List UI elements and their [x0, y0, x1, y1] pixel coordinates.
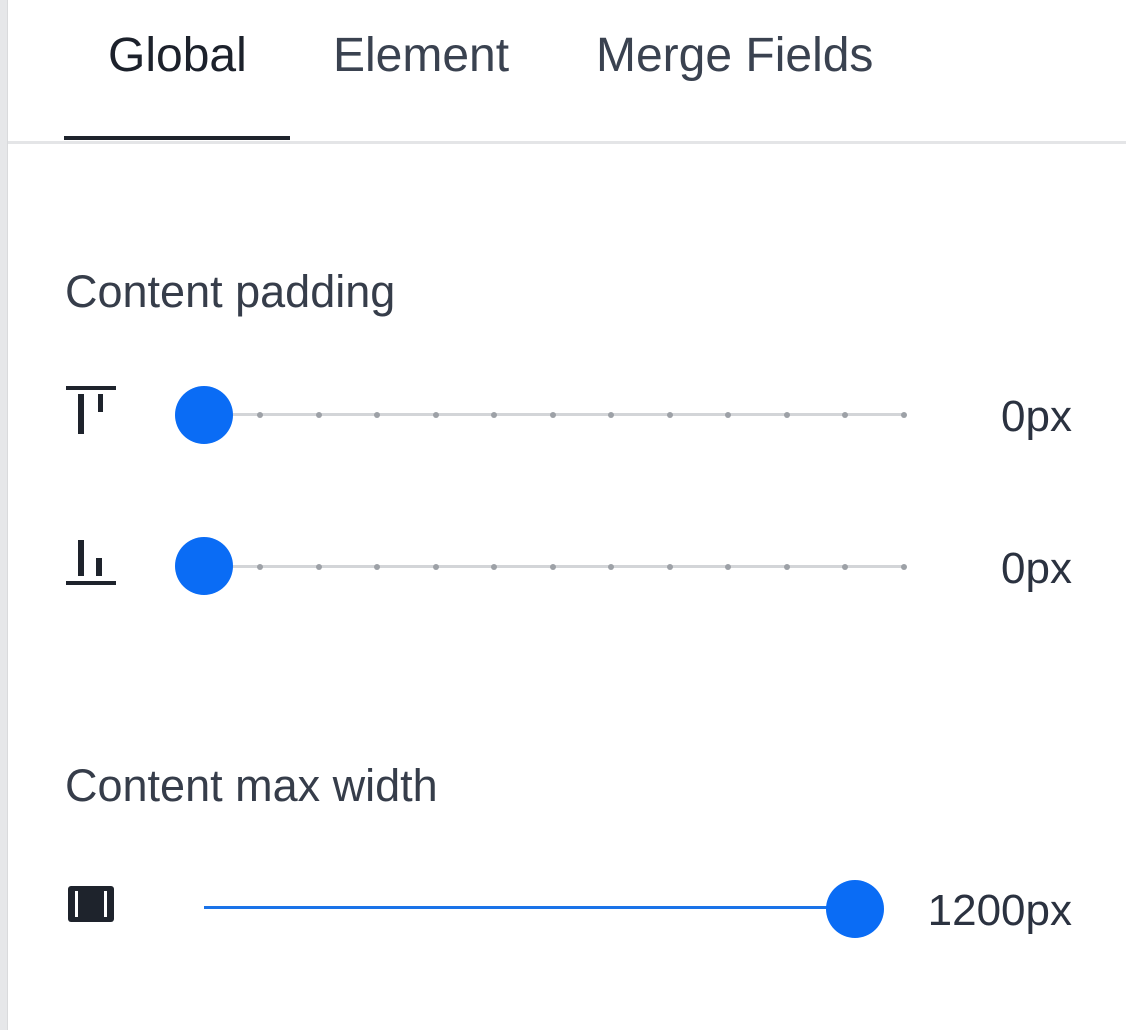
active-tab-indicator: [64, 136, 290, 140]
slider-tick: [374, 411, 380, 418]
content-padding-title: Content padding: [65, 266, 396, 317]
slider-tick: [608, 563, 614, 570]
max-width-thumb[interactable]: [826, 880, 884, 938]
slider-tick: [900, 563, 907, 570]
content-max-width-title: Content max width: [65, 760, 438, 811]
slider-tick: [374, 563, 380, 570]
slider-tick: [315, 411, 322, 418]
tab-global[interactable]: Global: [108, 28, 247, 88]
slider-tick: [491, 411, 497, 418]
slider-tick: [549, 563, 556, 570]
padding-top-thumb[interactable]: [175, 386, 233, 444]
slider-tick: [432, 411, 439, 418]
slider-tick: [842, 411, 848, 418]
slider-tick: [432, 563, 439, 570]
panel-left-border: [0, 0, 8, 1030]
slider-tick: [257, 411, 263, 418]
slider-tick: [725, 563, 731, 570]
slider-tick: [842, 563, 848, 570]
slider-tick: [315, 563, 322, 570]
slider-tick: [666, 563, 673, 570]
padding-bottom-thumb[interactable]: [175, 537, 233, 595]
slider-tick: [666, 411, 673, 418]
max-width-track[interactable]: [204, 906, 854, 909]
padding-bottom-track[interactable]: [204, 563, 907, 570]
slider-tick: [608, 411, 614, 418]
slider-tick: [725, 411, 731, 418]
slider-tick: [783, 563, 790, 570]
tab-merge-fields[interactable]: Merge Fields: [596, 28, 873, 88]
padding-top-value: 0px: [1001, 392, 1072, 441]
padding-top-icon: [66, 386, 116, 434]
padding-bottom-icon: [66, 540, 116, 585]
padding-bottom-value: 0px: [1001, 544, 1072, 593]
padding-top-track[interactable]: [204, 411, 907, 418]
width-icon: [68, 886, 114, 922]
slider-tick: [900, 411, 907, 418]
slider-tick: [549, 411, 556, 418]
slider-tick: [257, 563, 263, 570]
tab-element[interactable]: Element: [333, 28, 509, 88]
slider-tick: [783, 411, 790, 418]
max-width-value: 1200px: [927, 886, 1072, 935]
tab-bar: Global Element Merge Fields: [8, 0, 1126, 144]
slider-tick: [491, 563, 497, 570]
